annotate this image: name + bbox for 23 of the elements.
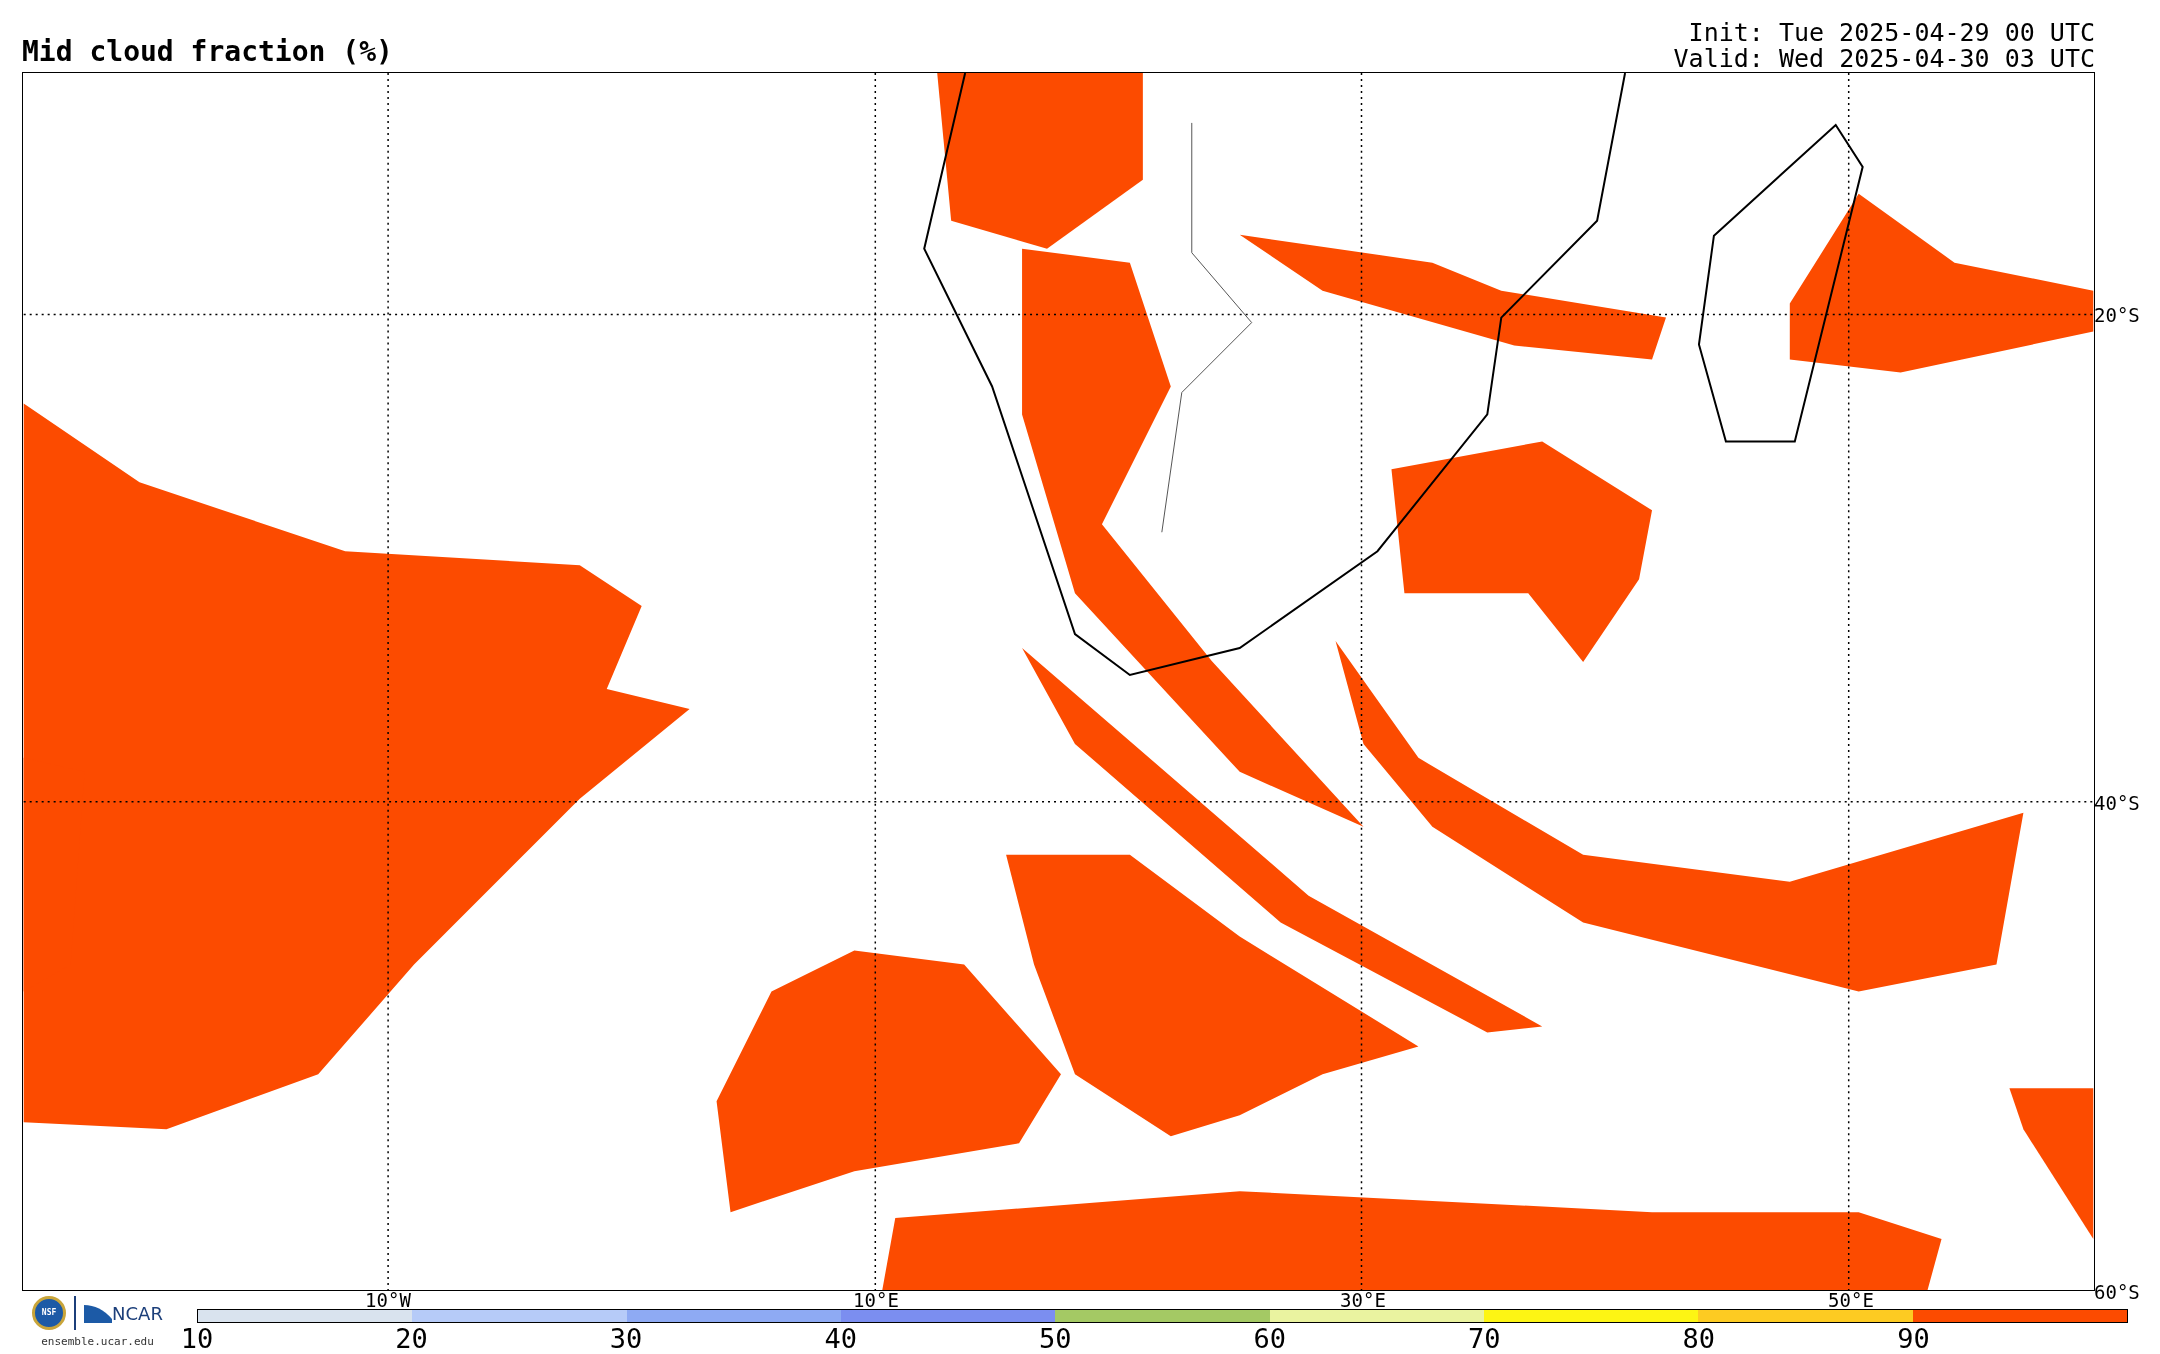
website-url: ensemble.ucar.edu xyxy=(41,1334,154,1350)
longitude-label: 10°W xyxy=(365,1291,411,1310)
nsf-logo: NSF xyxy=(32,1296,67,1330)
longitude-label: 10°E xyxy=(853,1291,899,1310)
longitude-label: 50°E xyxy=(1828,1291,1874,1310)
scale-label: 60 xyxy=(1253,1325,1286,1352)
latitude-label: 20°S xyxy=(2094,305,2140,325)
ncar-swoosh-icon xyxy=(84,1303,113,1323)
scale-label: 70 xyxy=(1468,1325,1501,1352)
scale-label: 80 xyxy=(1682,1325,1716,1352)
scale-label: 20 xyxy=(395,1325,428,1352)
longitude-label: 30°E xyxy=(1340,1291,1386,1310)
scale-label: 30 xyxy=(609,1325,643,1352)
init-time: Init: Tue 2025-04-29 00 UTC xyxy=(1688,20,2095,46)
ncar-logo-text: NCAR xyxy=(112,1305,163,1323)
chart-title: Mid cloud fraction (%) xyxy=(22,38,393,66)
scale-label: 10 xyxy=(180,1325,214,1352)
latitude-label: 40°S xyxy=(2094,793,2140,813)
valid-time: Valid: Wed 2025-04-30 03 UTC xyxy=(1673,46,2095,72)
scale-label: 40 xyxy=(824,1325,857,1352)
latitude-label: 60°S xyxy=(2094,1282,2140,1302)
scale-label: 50 xyxy=(1038,1325,1072,1352)
scale-label: 90 xyxy=(1897,1325,1930,1352)
